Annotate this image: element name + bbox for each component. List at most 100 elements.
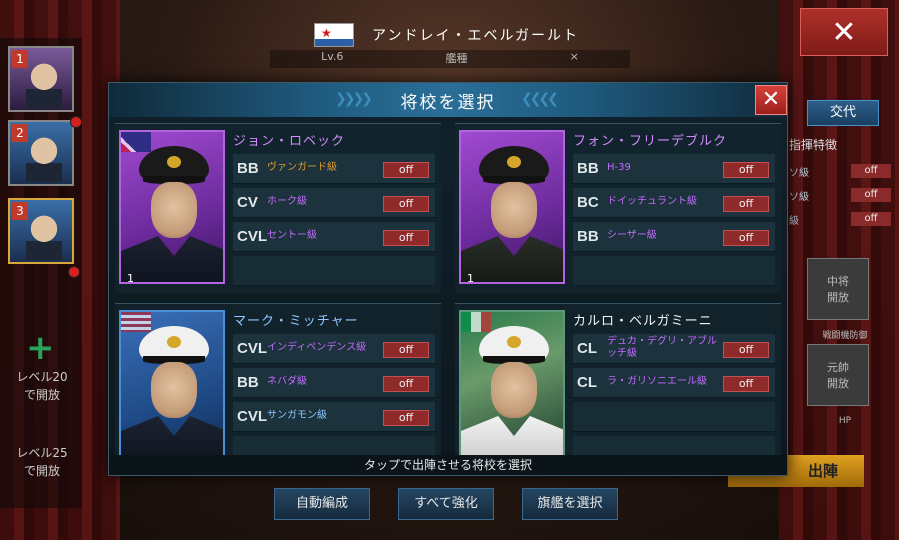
officer-uniform <box>121 236 223 282</box>
trait-row-state: off <box>851 164 891 178</box>
ship-type: CL <box>577 374 597 391</box>
trait-row-label: ソ級 <box>789 168 809 179</box>
slot-locked-level20: レベル20 で開放 <box>16 370 68 402</box>
officer-face <box>491 182 537 238</box>
skill-row: CL デュカ・デグリ・アブルッチ級 off <box>573 334 775 364</box>
upgrade-all-button[interactable]: すべて強化 <box>398 488 494 520</box>
screen-close-button[interactable]: ✕ <box>800 8 888 56</box>
ship-class: ヴァンガード級 <box>267 162 337 173</box>
officer-card-4[interactable]: カルロ・ベルガミーニ CL デュカ・デグリ・アブルッチ級 off CL ラ・ガリ… <box>455 303 781 455</box>
skill-row-empty <box>233 256 435 286</box>
stat-level: Lv.6 <box>321 50 344 63</box>
skill-toggle[interactable]: off <box>383 162 429 178</box>
trait-row-state: off <box>851 188 891 202</box>
officer-avatar <box>26 212 62 260</box>
officer-portrait[interactable] <box>459 310 565 455</box>
trait-badge-caption: 戦闘機防御 <box>822 331 868 341</box>
trait-row-label: 級 <box>789 216 799 227</box>
skill-toggle[interactable]: off <box>723 162 769 178</box>
ship-type: CL <box>577 340 597 357</box>
officer-card-3[interactable]: マーク・ミッチャー CVL インディペンデンス級 off BB ネバダ級 off… <box>115 303 441 455</box>
officer-portrait[interactable]: 1 <box>119 130 225 284</box>
skill-row: CVL インディペンデンス級 off <box>233 334 435 364</box>
officer-uniform <box>121 416 223 455</box>
skill-toggle[interactable]: off <box>723 196 769 212</box>
locked-trait-badge-icon: 元帥 開放 <box>807 344 869 406</box>
slot-locked-level25: レベル25 で開放 <box>16 446 68 478</box>
officer-card-2[interactable]: 1 フォン・フリーデブルク BB H-39 off BC ドイッチュラント級 o… <box>455 123 781 293</box>
skill-toggle[interactable]: off <box>723 376 769 392</box>
skill-row: BB H-39 off <box>573 154 775 184</box>
officer-portrait[interactable] <box>119 310 225 455</box>
ship-type: CV <box>237 194 258 211</box>
skill-row: BB ネバダ級 off <box>233 368 435 398</box>
trait-row-state: off <box>851 212 891 226</box>
officer-cap <box>479 146 549 180</box>
select-officer-dialog: ❯❯❯❯ 将校を選択 ❮❮❮❮ ✕ 1 ジョン・ロベック BB ヴァンガード級 … <box>108 82 788 476</box>
officer-card-1[interactable]: 1 ジョン・ロベック BB ヴァンガード級 off CV ホーク級 off CV… <box>115 123 441 293</box>
swap-button[interactable]: 交代 <box>807 100 879 126</box>
ship-type: CVL <box>237 228 267 245</box>
stat-type: 艦種 <box>445 52 468 65</box>
dialog-footer-hint: タップで出陣させる将校を選択 <box>109 455 787 475</box>
trait-row-label: ソ級 <box>789 192 809 203</box>
ship-class: ラ・ガリソニエール級 <box>607 376 707 387</box>
skill-toggle[interactable]: off <box>723 342 769 358</box>
ship-class: インディペンデンス級 <box>267 342 367 353</box>
current-officer-stats: Lv.6 艦種 × <box>270 50 630 68</box>
skill-toggle[interactable]: off <box>383 196 429 212</box>
skill-toggle[interactable]: off <box>383 376 429 392</box>
dialog-close-button[interactable]: ✕ <box>755 85 787 115</box>
ship-type: BB <box>237 160 259 177</box>
skill-row: CL ラ・ガリソニエール級 off <box>573 368 775 398</box>
ship-type: BB <box>577 160 599 177</box>
skill-row-empty <box>573 436 775 455</box>
skill-toggle[interactable]: off <box>383 230 429 246</box>
skill-row: BB ヴァンガード級 off <box>233 154 435 184</box>
ship-type: CVL <box>237 340 267 357</box>
skill-toggle[interactable]: off <box>723 230 769 246</box>
officer-uniform <box>461 236 563 282</box>
dialog-title: 将校を選択 <box>400 92 496 113</box>
officer-name: マーク・ミッチャー <box>233 314 359 329</box>
officer-rank-number: 1 <box>467 272 474 284</box>
skill-row: CVL セントー級 off <box>233 222 435 252</box>
officer-portrait[interactable]: 1 <box>459 130 565 284</box>
officer-slot-rail: 1 2 3 + レベル20 で開放 レベル25 で開放 <box>0 38 82 508</box>
officer-name: ジョン・ロベック <box>233 134 346 149</box>
skill-toggle[interactable]: off <box>383 342 429 358</box>
uk-flag-icon <box>121 132 151 152</box>
ship-type: CVL <box>237 408 267 425</box>
notification-dot-icon <box>70 116 82 128</box>
ship-type: BC <box>577 194 599 211</box>
ship-class: ネバダ級 <box>267 376 307 387</box>
officer-slot-3[interactable]: 3 <box>8 198 80 278</box>
skill-row: CVL サンガモン級 off <box>233 402 435 432</box>
auto-formation-button[interactable]: 自動編成 <box>274 488 370 520</box>
add-officer-plus-icon[interactable]: + <box>26 328 55 368</box>
command-trait-panel: 交代 指揮特徴 ソ級 off ソ級 off 級 off 中将 開放 戦闘機防御 … <box>787 94 899 514</box>
soviet-navy-flag-icon: ★ <box>314 23 354 47</box>
officer-face <box>151 182 197 238</box>
select-flagship-button[interactable]: 旗艦を選択 <box>522 488 618 520</box>
officer-face <box>491 362 537 418</box>
officer-slot-1[interactable]: 1 <box>8 46 74 112</box>
ship-class: ドイッチュラント級 <box>607 196 697 207</box>
ship-class: セントー級 <box>267 230 317 241</box>
command-trait-title: 指揮特徴 <box>789 138 838 152</box>
ship-class: ホーク級 <box>267 196 307 207</box>
officer-avatar <box>26 60 62 108</box>
current-officer-header: ★ アンドレイ・エベルガールト <box>300 20 600 50</box>
officer-avatar <box>26 134 62 182</box>
skill-row: BB シーザー級 off <box>573 222 775 252</box>
officer-slot-2[interactable]: 2 <box>8 116 82 186</box>
ship-type: BB <box>237 374 259 391</box>
notification-dot-icon <box>68 266 80 278</box>
officer-face <box>151 362 197 418</box>
ship-class: H-39 <box>607 162 631 173</box>
header-chevron-right-icon: ❮❮❮❮ <box>521 91 559 107</box>
skill-row: BC ドイッチュラント級 off <box>573 188 775 218</box>
skill-row: CV ホーク級 off <box>233 188 435 218</box>
ship-class: サンガモン級 <box>267 410 327 421</box>
skill-toggle[interactable]: off <box>383 410 429 426</box>
